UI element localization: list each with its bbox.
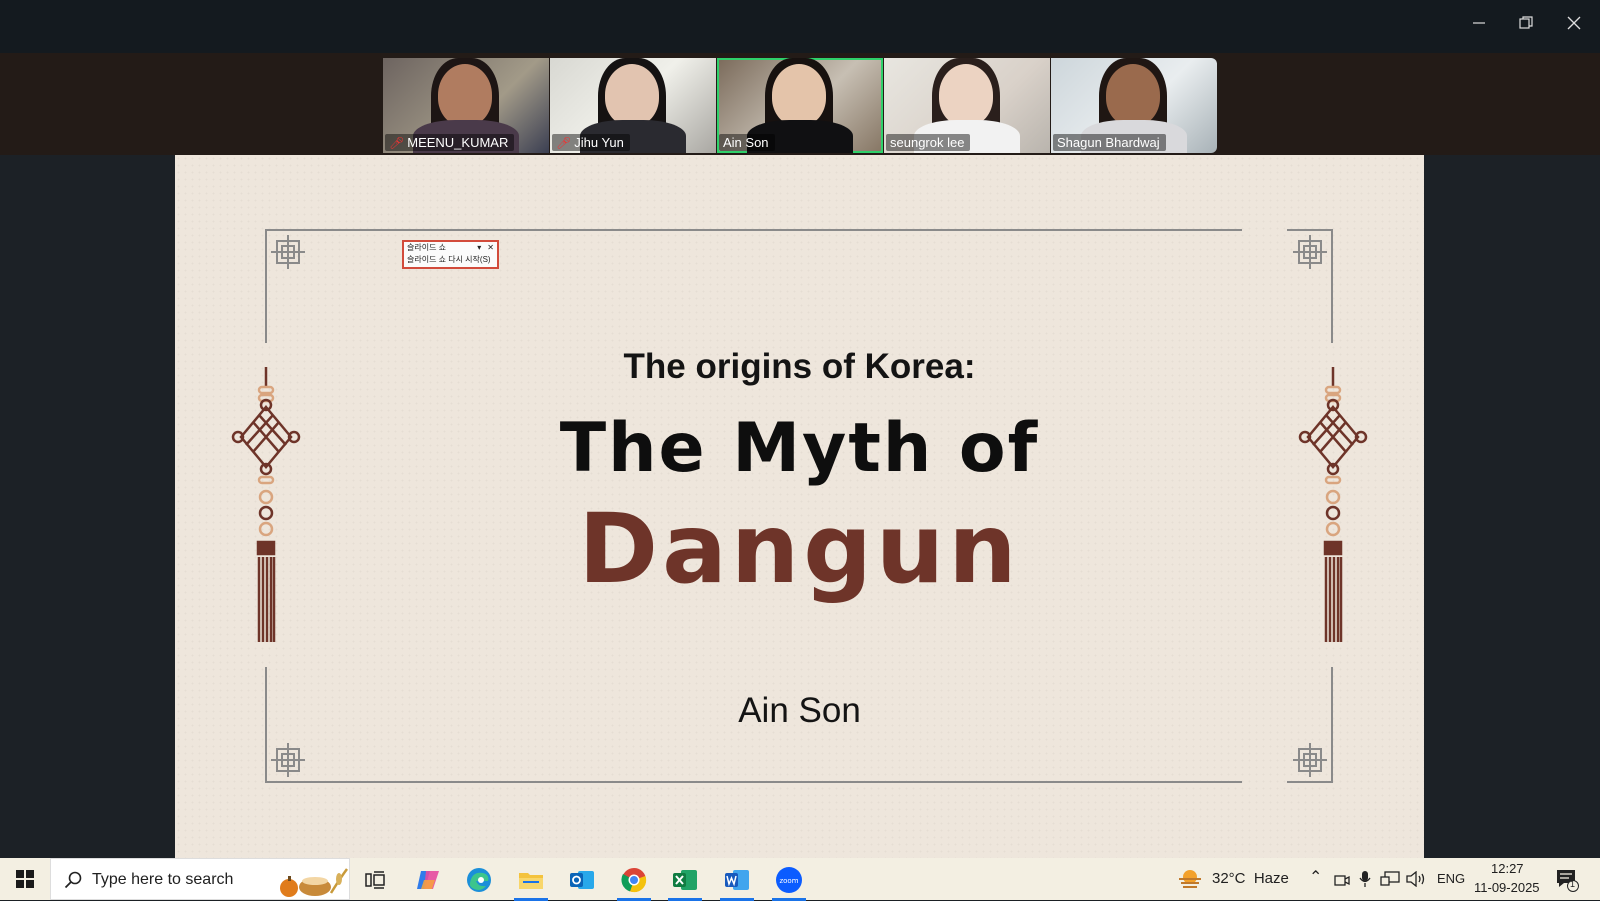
frame-bottom-line xyxy=(307,781,1242,783)
language-indicator[interactable]: ENG xyxy=(1437,871,1465,886)
participant-name-tag: 🎤︎ MEENU_KUMAR xyxy=(385,134,515,151)
slide-title-line-1: The Myth of xyxy=(559,409,1040,488)
search-highlight-autumn-icon xyxy=(280,868,349,897)
slideshow-popup-title: 슬라이드 쇼 xyxy=(407,243,447,252)
frame-top-line xyxy=(307,229,1242,231)
zoom-icon[interactable]: zoom xyxy=(769,863,809,901)
copilot-icon[interactable] xyxy=(408,863,448,897)
windows-taskbar: Type here to search zoom 32°C Haze ⌃ ENG… xyxy=(0,858,1600,901)
corner-ornament xyxy=(265,737,311,783)
participant-name-tag: 🎤︎ Jihu Yun xyxy=(552,134,630,151)
restart-slideshow-item[interactable]: 슬라이드 쇼 다시 시작(S) xyxy=(407,254,494,266)
slide-author: Ain Son xyxy=(738,691,861,730)
meet-now-icon[interactable] xyxy=(1334,872,1350,888)
windows-logo-icon xyxy=(16,870,34,888)
mic-muted-icon: 🎤︎ xyxy=(556,135,572,150)
frame-right-line-upper xyxy=(1331,271,1333,343)
slideshow-popup[interactable]: 슬라이드 쇼 ▾ ✕ 슬라이드 쇼 다시 시작(S) xyxy=(402,240,499,269)
participant-tile[interactable]: 🎤︎ Jihu Yun xyxy=(550,58,716,153)
outlook-icon[interactable] xyxy=(562,863,602,897)
notification-center-icon[interactable] xyxy=(1555,868,1579,892)
participant-name-tag: Ain Son xyxy=(719,134,775,151)
participant-tile[interactable]: Shagun Bhardwaj xyxy=(1051,58,1217,153)
frame-left-line-upper xyxy=(265,271,267,343)
file-explorer-icon[interactable] xyxy=(511,863,551,901)
task-view-icon[interactable] xyxy=(355,863,395,897)
chevron-up-icon[interactable]: ⌃ xyxy=(1309,867,1322,887)
haze-weather-icon[interactable] xyxy=(1177,867,1203,891)
participant-name-tag: seungrok lee xyxy=(886,134,971,151)
zoom-meeting-window: 🎤︎ MEENU_KUMAR 🎤︎ Jihu Yun Ain Son seung… xyxy=(0,0,1600,858)
corner-ornament xyxy=(1287,229,1333,275)
svg-text:zoom: zoom xyxy=(779,877,798,885)
search-placeholder: Type here to search xyxy=(92,871,234,888)
clock-time[interactable]: 12:27 xyxy=(1491,861,1524,876)
corner-ornament xyxy=(1287,737,1333,783)
participant-tile-active-speaker[interactable]: Ain Son xyxy=(717,58,883,153)
dropdown-arrow-icon[interactable]: ▾ xyxy=(477,242,481,254)
participant-tile[interactable]: seungrok lee xyxy=(884,58,1050,153)
taskbar-search-box[interactable]: Type here to search xyxy=(50,858,350,900)
search-icon xyxy=(64,871,82,889)
microphone-icon[interactable] xyxy=(1359,870,1371,888)
word-icon[interactable] xyxy=(717,863,757,901)
network-icon[interactable] xyxy=(1380,871,1400,887)
clock-date[interactable]: 11-09-2025 xyxy=(1474,880,1540,895)
minimize-icon[interactable] xyxy=(1464,8,1494,38)
excel-icon[interactable] xyxy=(665,863,705,901)
close-icon[interactable] xyxy=(1559,8,1589,38)
restore-icon[interactable] xyxy=(1511,8,1541,38)
mic-muted-icon: 🎤︎ xyxy=(389,135,405,150)
volume-icon[interactable] xyxy=(1406,871,1426,887)
close-icon[interactable]: ✕ xyxy=(487,242,494,254)
notification-count-badge: 1 xyxy=(1570,879,1576,889)
title-bar xyxy=(0,0,1600,53)
shared-presentation-slide: The origins of Korea: The Myth of Dangun… xyxy=(175,155,1424,858)
edge-icon[interactable] xyxy=(459,863,499,897)
corner-ornament xyxy=(265,229,311,275)
participant-name-tag: Shagun Bhardwaj xyxy=(1053,134,1166,151)
slide-title-line-2: Dangun xyxy=(578,493,1021,605)
chrome-icon[interactable] xyxy=(614,863,654,901)
participant-tile[interactable]: 🎤︎ MEENU_KUMAR xyxy=(383,58,549,153)
windows-start-button[interactable] xyxy=(0,858,50,900)
slide-subtitle: The origins of Korea: xyxy=(623,347,976,386)
weather-text[interactable]: 32°C Haze xyxy=(1212,870,1289,887)
